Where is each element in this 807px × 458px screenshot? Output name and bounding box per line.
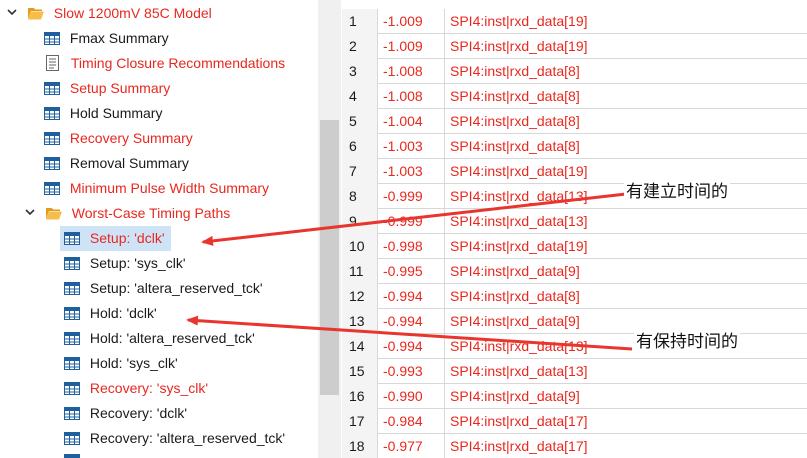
setup-annotation-arrow <box>201 192 627 246</box>
hold-annotation-arrow <box>186 315 633 351</box>
hold-annotation-text: 有保持时间的 <box>634 331 740 353</box>
annotation-layer <box>186 192 633 351</box>
setup-annotation-text: 有建立时间的 <box>624 181 730 203</box>
